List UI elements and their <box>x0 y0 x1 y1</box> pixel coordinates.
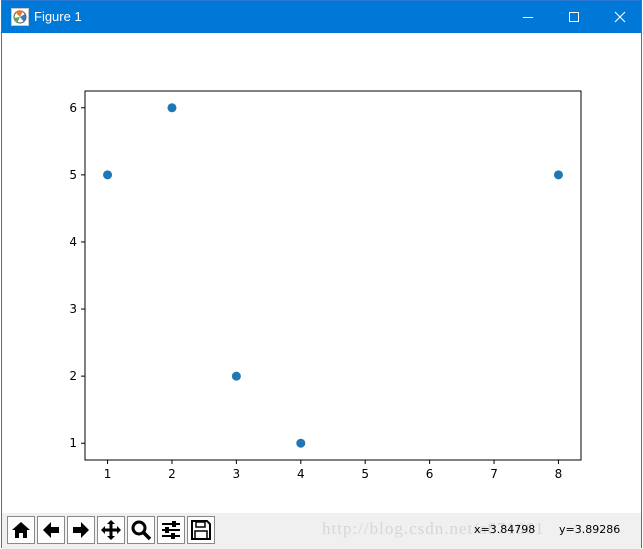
navigation-toolbar: http://blog.csdn.net/a871961 x=3.84798 y… <box>2 513 641 549</box>
data-point <box>553 170 563 180</box>
window-title: Figure 1 <box>34 9 82 24</box>
maximize-icon <box>569 12 579 22</box>
x-tick-label: 2 <box>168 467 176 481</box>
move-icon <box>101 520 121 540</box>
data-point <box>103 170 113 180</box>
minimize-button[interactable] <box>505 1 551 33</box>
y-coordinate-readout: y=3.89286 <box>559 523 621 536</box>
pan-button[interactable] <box>97 516 125 544</box>
x-tick-label: 4 <box>297 467 305 481</box>
maximize-button[interactable] <box>551 1 597 33</box>
x-tick-label: 1 <box>104 467 112 481</box>
forward-button[interactable] <box>67 516 95 544</box>
close-icon <box>614 11 626 23</box>
minimize-icon <box>523 17 533 18</box>
scatter-chart[interactable]: 1 2 3 4 5 6 7 8 1 2 3 4 5 6 <box>2 33 643 511</box>
data-point <box>167 103 177 113</box>
save-button[interactable] <box>187 516 215 544</box>
data-point <box>296 438 306 448</box>
x-tick-label: 8 <box>555 467 563 481</box>
y-tick-label: 5 <box>69 168 77 182</box>
y-tick-label: 1 <box>69 436 77 450</box>
close-button[interactable] <box>597 1 643 33</box>
zoom-button[interactable] <box>127 516 155 544</box>
subplots-button[interactable] <box>157 516 185 544</box>
data-point <box>231 371 241 381</box>
sliders-icon <box>162 521 180 539</box>
home-button[interactable] <box>7 516 35 544</box>
title-bar[interactable]: Figure 1 <box>2 1 641 33</box>
y-tick-label: 6 <box>69 101 77 115</box>
x-tick-label: 7 <box>490 467 498 481</box>
x-tick-label: 5 <box>361 467 369 481</box>
arrow-left-icon <box>43 522 59 538</box>
x-tick-label: 3 <box>233 467 241 481</box>
y-tick-label: 4 <box>69 235 77 249</box>
home-icon <box>12 522 30 538</box>
figure-window: Figure 1 1 2 3 4 5 6 7 8 1 2 3 4 5 6 http://blog.csdn… <box>1 0 643 549</box>
y-tick-label: 3 <box>69 302 77 316</box>
magnifier-icon <box>131 520 152 541</box>
axes-frame <box>84 90 582 461</box>
figure-canvas[interactable]: 1 2 3 4 5 6 7 8 1 2 3 4 5 6 <box>2 33 643 511</box>
x-coordinate-readout: x=3.84798 <box>474 523 536 536</box>
y-tick-label: 2 <box>69 369 77 383</box>
x-tick-label: 6 <box>426 467 434 481</box>
app-icon <box>11 8 29 26</box>
back-button[interactable] <box>37 516 65 544</box>
arrow-right-icon <box>73 522 89 538</box>
floppy-disk-icon <box>191 520 211 540</box>
